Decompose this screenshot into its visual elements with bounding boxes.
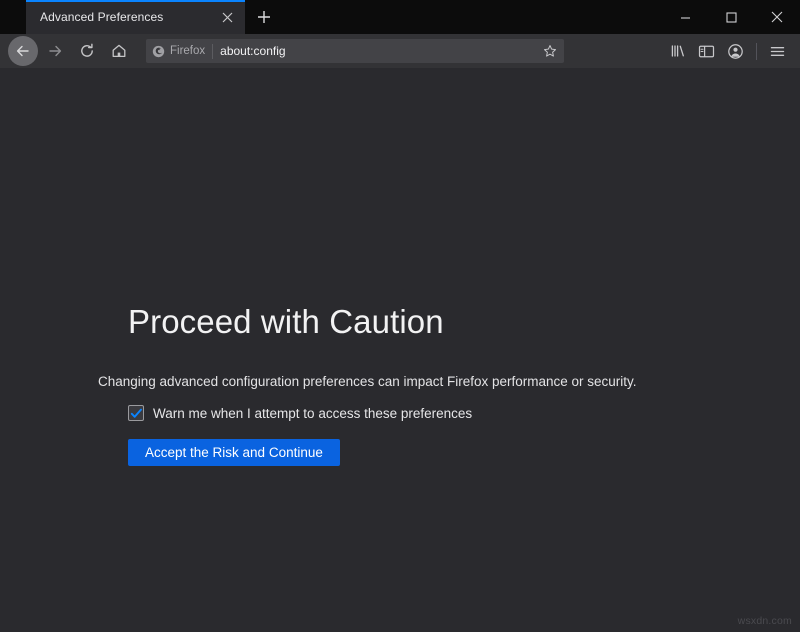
new-tab-button[interactable] (249, 2, 279, 32)
identity-box[interactable]: Firefox (152, 44, 213, 59)
page-description: Changing advanced configuration preferen… (98, 373, 728, 391)
hamburger-menu-icon[interactable] (763, 37, 792, 66)
accept-risk-button[interactable]: Accept the Risk and Continue (128, 439, 340, 466)
home-button[interactable] (104, 36, 134, 66)
back-button[interactable] (8, 36, 38, 66)
maximize-button[interactable] (708, 0, 754, 34)
library-icon[interactable] (663, 37, 692, 66)
tab-title: Advanced Preferences (40, 10, 217, 24)
browser-window: Advanced Preferences (0, 0, 800, 632)
toolbar-separator (756, 43, 757, 60)
account-icon[interactable] (721, 37, 750, 66)
window-controls (662, 0, 800, 34)
identity-label: Firefox (170, 45, 205, 57)
warn-checkbox-row[interactable]: Warn me when I attempt to access these p… (128, 405, 728, 421)
tab-strip-left-spacer (0, 0, 26, 34)
reload-button[interactable] (72, 36, 102, 66)
browser-tab-active[interactable]: Advanced Preferences (26, 0, 245, 34)
page-content: Proceed with Caution Changing advanced c… (0, 68, 800, 632)
tab-strip: Advanced Preferences (0, 0, 800, 34)
navigation-toolbar: Firefox (0, 34, 800, 68)
warn-checkbox-label[interactable]: Warn me when I attempt to access these p… (153, 406, 472, 421)
url-bar[interactable]: Firefox (146, 39, 564, 63)
watermark: wsxdn.com (738, 615, 792, 627)
firefox-logo-icon (152, 45, 165, 58)
star-icon[interactable] (540, 41, 560, 61)
minimize-button[interactable] (662, 0, 708, 34)
toolbar-right-group (653, 37, 792, 66)
page-title: Proceed with Caution (128, 302, 728, 342)
about-config-warning: Proceed with Caution Changing advanced c… (128, 302, 728, 466)
checkmark-icon (130, 407, 143, 420)
sidebar-icon[interactable] (692, 37, 721, 66)
url-input[interactable] (220, 44, 540, 58)
tab-close-icon[interactable] (217, 7, 237, 27)
close-window-button[interactable] (754, 0, 800, 34)
forward-button[interactable] (40, 36, 70, 66)
warn-checkbox[interactable] (128, 405, 144, 421)
